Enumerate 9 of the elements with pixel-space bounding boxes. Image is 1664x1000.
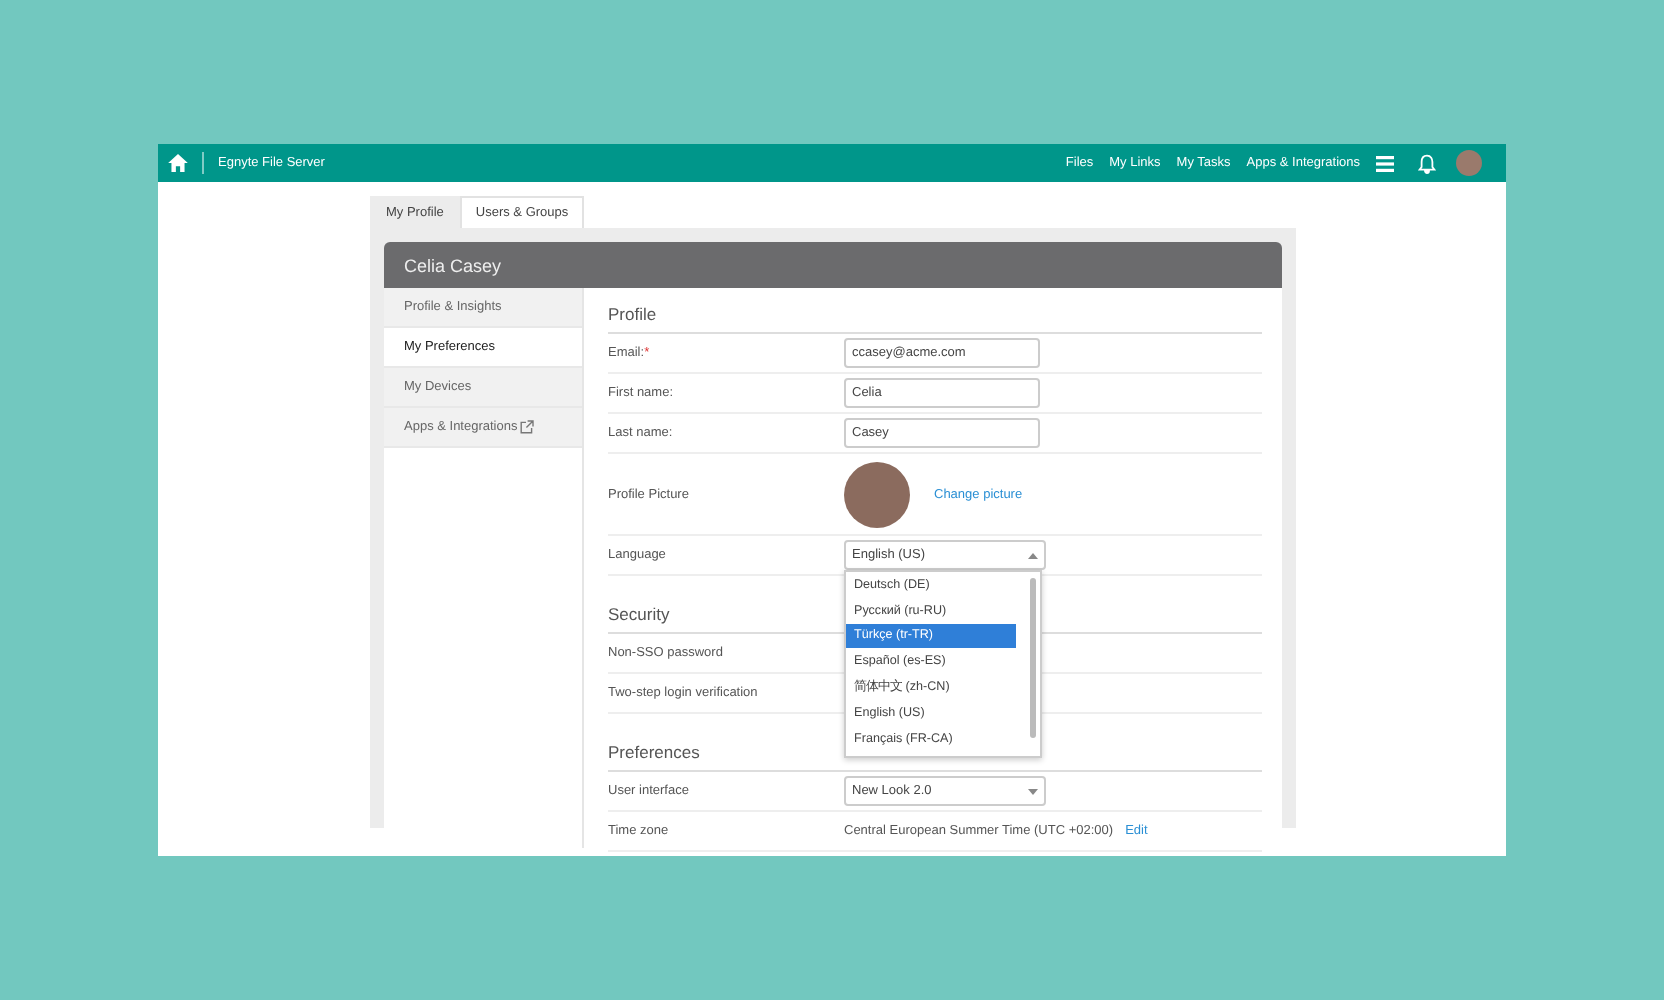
- photo-placeholder: [844, 461, 910, 527]
- user-name: Celia Casey: [404, 255, 502, 275]
- section-heading: Profile: [608, 288, 1262, 334]
- scrollbar[interactable]: [1030, 578, 1036, 738]
- bell-icon[interactable]: [1418, 153, 1436, 173]
- home-icon[interactable]: [168, 154, 188, 172]
- caret-icon: [1028, 787, 1038, 795]
- caret-icon: [1028, 551, 1038, 559]
- menu-icon[interactable]: [1376, 155, 1394, 171]
